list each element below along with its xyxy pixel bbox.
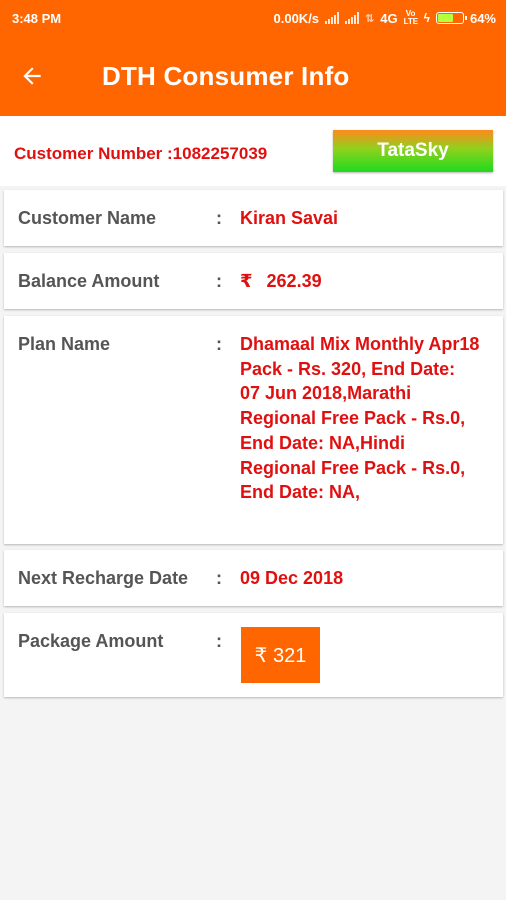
content-area: Customer Number :1082257039 TataSky Cust… [0,116,506,900]
plan-value: Dhamaal Mix Monthly Apr18 Pack - Rs. 320… [240,334,480,503]
package-card: Package Amount : ₹ 321 [4,613,503,697]
customer-number: Customer Number :1082257039 [14,144,268,163]
balance-card: Balance Amount : ₹262.39 [4,253,503,309]
operator-button[interactable]: TataSky [333,130,493,172]
status-time: 3:48 PM [12,10,62,26]
signal-icon-2 [345,12,360,24]
page-title: DTH Consumer Info [102,60,350,91]
status-bar: 3:48 PM 0.00K/s ⇅ 4G Vo LTE ϟ 64% [0,0,506,36]
data-arrows-icon: ⇅ [365,12,375,25]
plan-card: Plan Name : Dhamaal Mix Monthly Apr18 Pa… [4,316,503,544]
colon: : [216,271,222,291]
charging-icon: ϟ [423,11,430,25]
customer-name-value: Kiran Savai [240,208,339,228]
battery-icon [435,12,467,24]
volte-icon: Vo LTE [403,9,419,26]
package-label: Package Amount [18,631,164,651]
battery-level: 64% [469,10,496,26]
balance-value-wrap: ₹262.39 [240,271,322,292]
colon: : [216,568,222,588]
package-amount-button[interactable]: ₹ 321 [241,627,320,683]
customer-name-label: Customer Name [18,208,157,228]
next-recharge-value: 09 Dec 2018 [240,568,344,588]
colon: : [216,334,222,354]
status-icons: 0.00K/s ⇅ 4G Vo LTE ϟ 64% [274,10,497,26]
app-bar: DTH Consumer Info [0,36,506,116]
next-recharge-label: Next Recharge Date [18,568,189,588]
signal-icon [325,12,340,24]
balance-label: Balance Amount [18,271,160,291]
back-button[interactable] [0,36,64,116]
network-type: 4G [380,10,398,26]
customer-name-card: Customer Name : Kiran Savai [4,190,503,246]
customer-header: Customer Number :1082257039 TataSky [0,116,506,186]
network-speed: 0.00K/s [273,10,320,26]
colon: : [216,631,222,651]
rupee-icon: ₹ [240,271,253,291]
arrow-left-icon [23,67,41,85]
balance-value: 262.39 [266,271,322,291]
plan-label: Plan Name [18,334,111,354]
colon: : [216,208,222,228]
next-recharge-card: Next Recharge Date : 09 Dec 2018 [4,550,503,606]
